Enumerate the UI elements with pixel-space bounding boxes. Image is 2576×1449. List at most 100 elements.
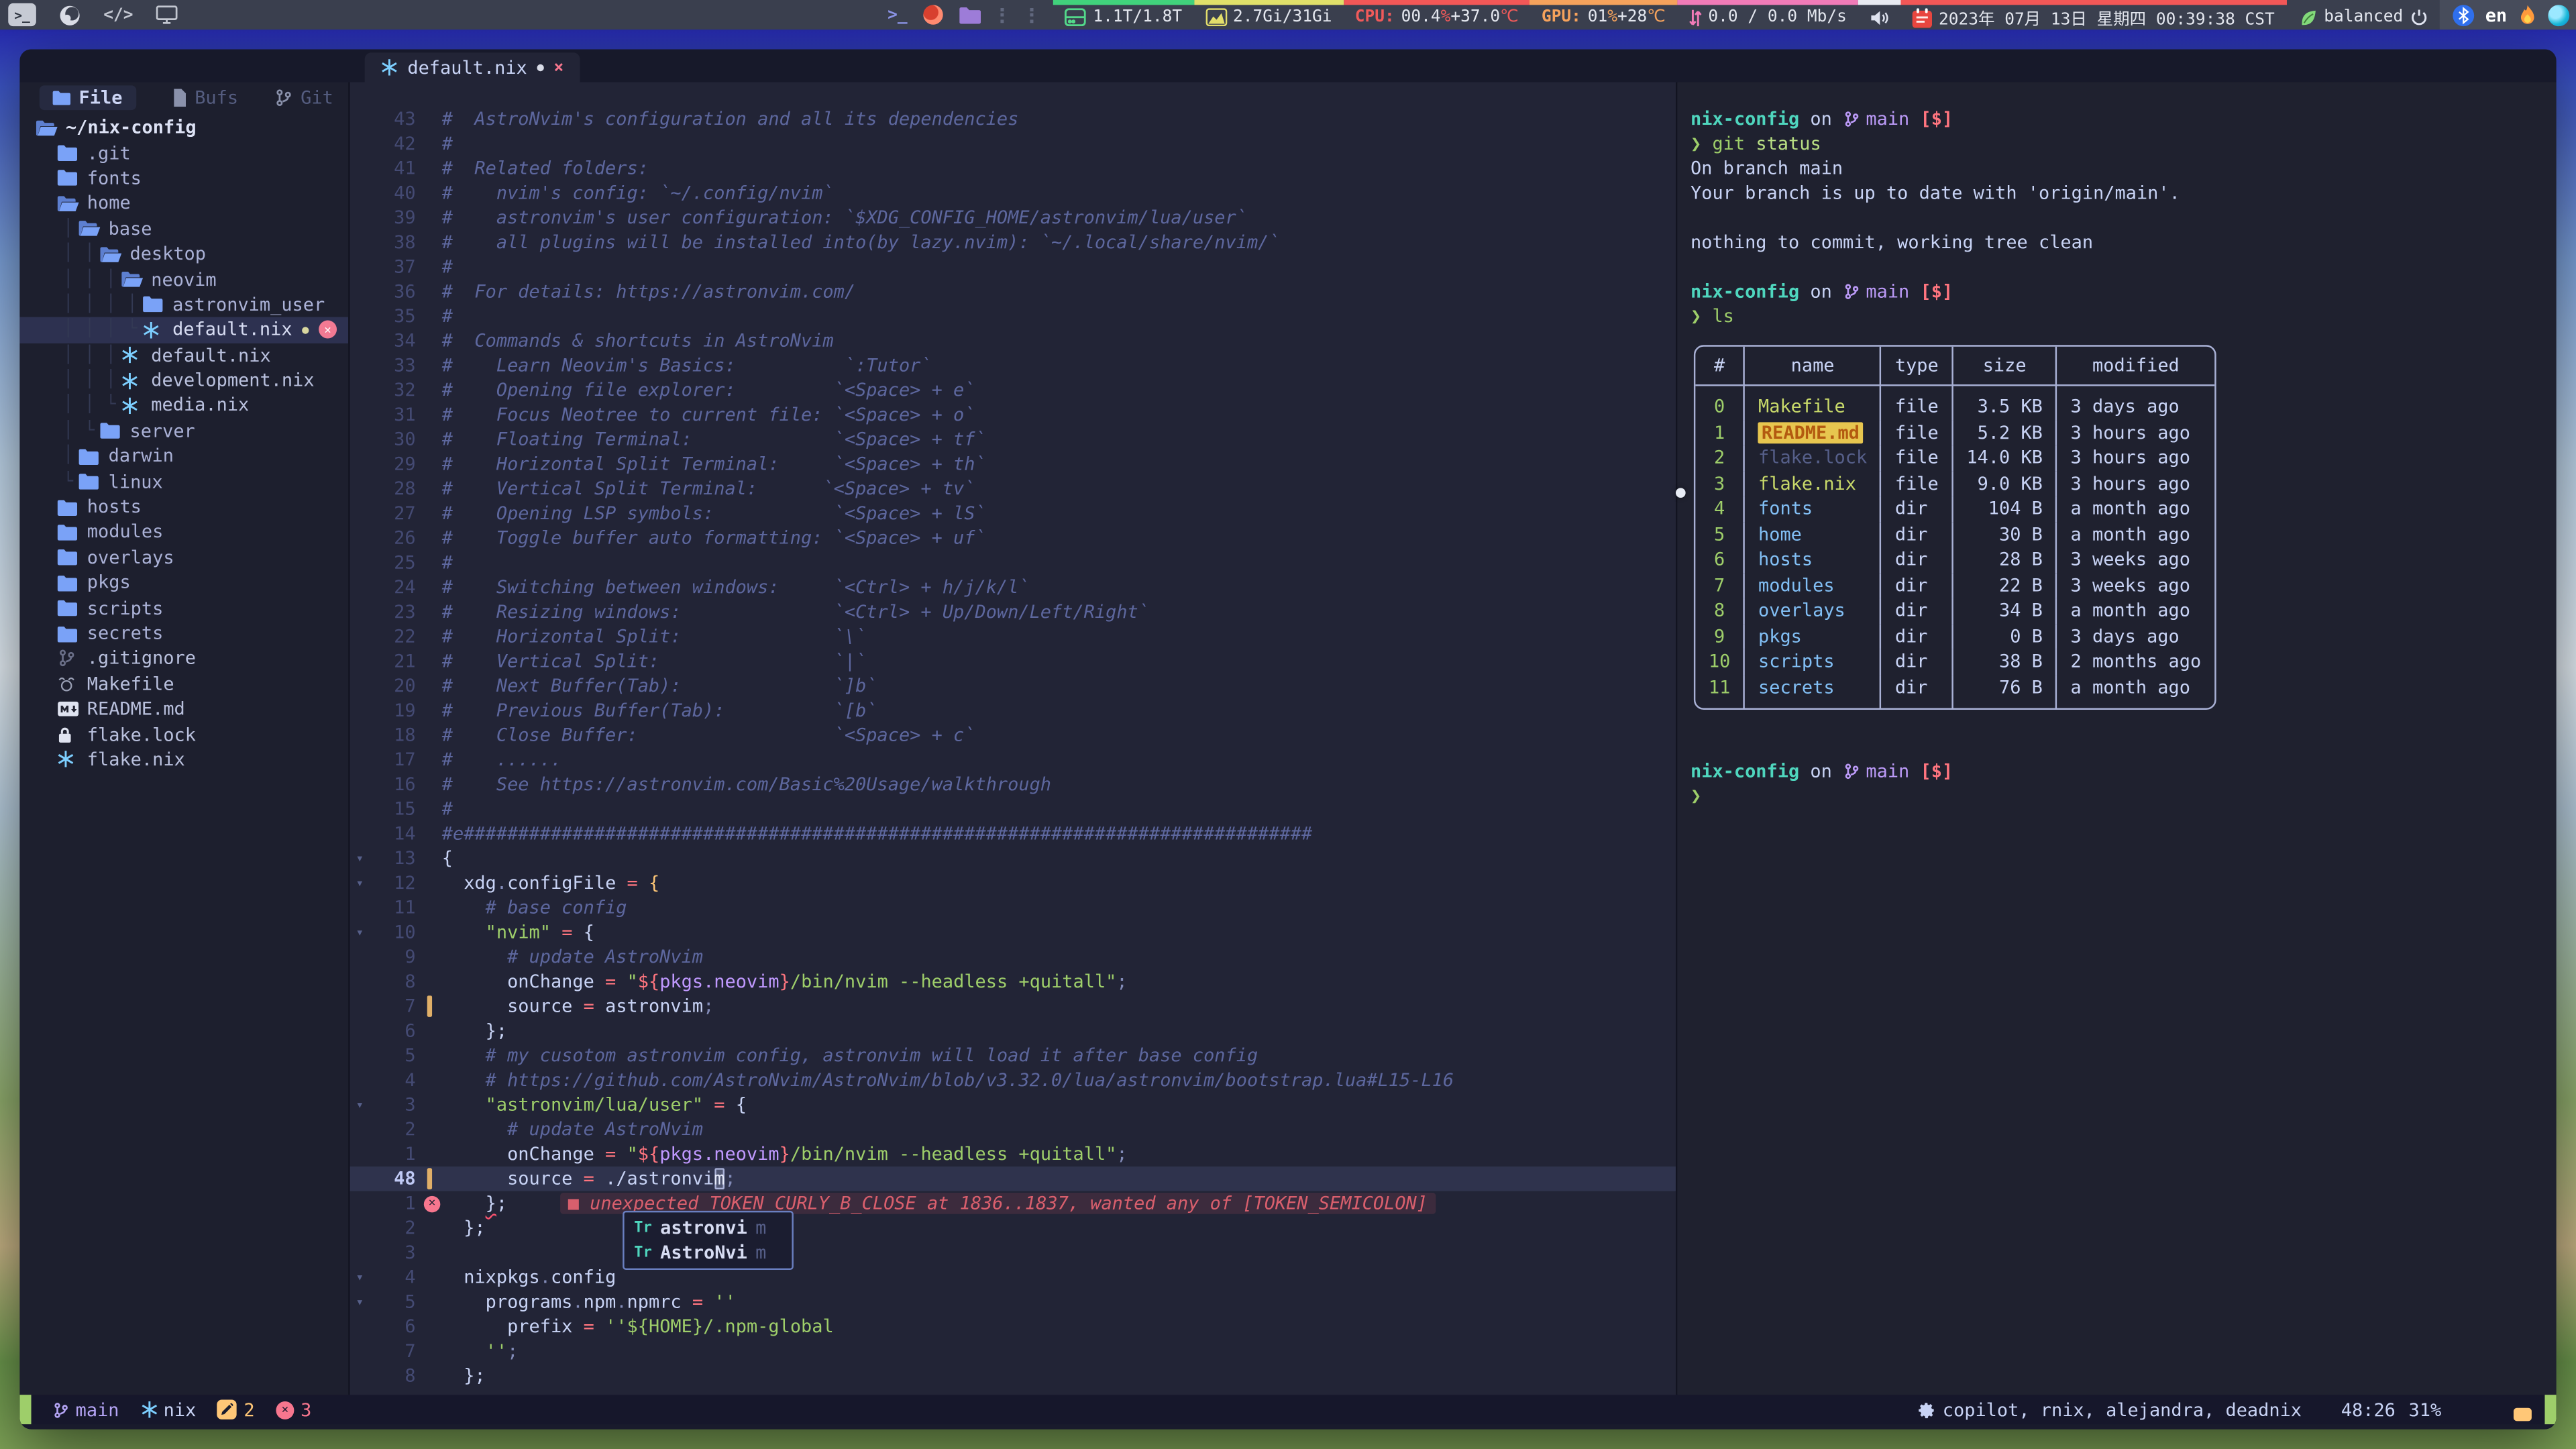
- flame-icon[interactable]: [2518, 4, 2536, 25]
- tree-item[interactable]: └linux: [19, 469, 348, 494]
- fold-icon[interactable]: ▾: [350, 1265, 370, 1290]
- code-line[interactable]: 7 '';: [350, 1339, 1676, 1364]
- code-line[interactable]: 6 prefix = ''${HOME}/.npm-global: [350, 1314, 1676, 1339]
- fold-icon[interactable]: ▾: [350, 920, 370, 945]
- tree-item[interactable]: fonts: [19, 166, 348, 191]
- workspace-terminal-icon[interactable]: >_: [8, 3, 36, 26]
- tree-item[interactable]: pkgs: [19, 570, 348, 596]
- statusline-errors[interactable]: ✕ 3: [276, 1399, 311, 1420]
- tree-item[interactable]: ││└media.nix: [19, 393, 348, 419]
- completion-item[interactable]: Trastronvim: [625, 1216, 792, 1240]
- code-line[interactable]: 5 # my cusotom astronvim config, astronv…: [350, 1043, 1676, 1068]
- tree-item[interactable]: │darwin: [19, 443, 348, 469]
- tab-bufs[interactable]: Bufs: [172, 87, 238, 109]
- code-line[interactable]: 2 };: [350, 1216, 1676, 1240]
- code-line[interactable]: ▾12 xdg.configFile = {: [350, 871, 1676, 896]
- code-line[interactable]: 21# Vertical Split: `|`: [350, 649, 1676, 674]
- code-line[interactable]: 48 source = ./astronvim;: [350, 1167, 1676, 1191]
- code-line[interactable]: 34# Commands & shortcuts in AstroNvim: [350, 329, 1676, 354]
- fold-icon[interactable]: ▾: [350, 1093, 370, 1118]
- tree-item[interactable]: ││││astronvim_user: [19, 292, 348, 317]
- tree-item[interactable]: ~/nix-config: [19, 115, 348, 140]
- tree-item[interactable]: │││└default.nix●✕: [19, 317, 348, 343]
- code-line[interactable]: 22# Horizontal Split: `\`: [350, 625, 1676, 649]
- code-line[interactable]: 24# Switching between windows: `<Ctrl> +…: [350, 575, 1676, 600]
- table-row[interactable]: 2flake.lockfile14.0 KB3 hours ago: [1695, 445, 2214, 471]
- stat-volume[interactable]: [1858, 0, 1901, 30]
- tree-item[interactable]: hosts: [19, 494, 348, 520]
- power-icon[interactable]: [2410, 8, 2428, 26]
- table-row[interactable]: 10scriptsdir38 B2 months ago: [1695, 649, 2214, 674]
- code-line[interactable]: 30# Floating Terminal: `<Space> + tf`: [350, 427, 1676, 452]
- table-row[interactable]: 0Makefilefile3.5 KB3 days ago: [1695, 386, 2214, 420]
- statusline-git-branch[interactable]: main: [52, 1399, 119, 1420]
- workspace-display-icon[interactable]: [156, 5, 178, 24]
- code-line[interactable]: 32# Opening file explorer: `<Space> + e`: [350, 378, 1676, 402]
- code-line[interactable]: 36# For details: https://astronvim.com/: [350, 279, 1676, 304]
- tree-item[interactable]: │││default.nix: [19, 343, 348, 368]
- tree-item[interactable]: flake.lock: [19, 722, 348, 747]
- tree-item[interactable]: overlays: [19, 545, 348, 570]
- code-line[interactable]: ▾3 "astronvim/lua/user" = {: [350, 1093, 1676, 1118]
- code-line[interactable]: ▾5 programs.npm.npmrc = '': [350, 1289, 1676, 1314]
- table-row[interactable]: 3flake.nixfile9.0 KB3 hours ago: [1695, 471, 2214, 496]
- code-line[interactable]: 15#: [350, 797, 1676, 822]
- stat-gpu[interactable]: GPU: 01%+28℃: [1530, 0, 1677, 30]
- workspace-code-icon[interactable]: </>: [103, 6, 133, 24]
- code-line[interactable]: 20# Next Buffer(Tab): `]b`: [350, 674, 1676, 698]
- code-line[interactable]: 35#: [350, 304, 1676, 329]
- code-line[interactable]: 28# Vertical Split Terminal: `<Space> + …: [350, 476, 1676, 501]
- code-line[interactable]: 19# Previous Buffer(Tab): `[b`: [350, 698, 1676, 723]
- code-line[interactable]: 4 # https://github.com/AstroNvim/AstroNv…: [350, 1068, 1676, 1093]
- buffer-tab[interactable]: default.nix ● ×: [365, 52, 580, 82]
- completion-item[interactable]: TrAstroNvim: [625, 1240, 792, 1265]
- tree-item[interactable]: modules: [19, 519, 348, 545]
- bluetooth-icon[interactable]: [2453, 4, 2474, 25]
- code-line[interactable]: 31# Focus Neotree to current file: `<Spa…: [350, 402, 1676, 427]
- keyboard-layout[interactable]: en: [2485, 4, 2507, 25]
- code-line[interactable]: 18# Close Buffer: `<Space> + c`: [350, 723, 1676, 748]
- code-line[interactable]: 25#: [350, 550, 1676, 575]
- code-line[interactable]: 40# nvim's config: `~/.config/nvim`: [350, 180, 1676, 205]
- code-line[interactable]: 14#e####################################…: [350, 821, 1676, 846]
- stat-disk[interactable]: 1.1T/1.8T: [1054, 0, 1194, 30]
- tree-item[interactable]: │││neovim: [19, 267, 348, 292]
- close-icon[interactable]: ×: [553, 58, 564, 76]
- table-row[interactable]: 11secretsdir76 Ba month ago: [1695, 674, 2214, 708]
- code-line[interactable]: 1 onChange = "${pkgs.neovim}/bin/nvim --…: [350, 1142, 1676, 1167]
- tree-item[interactable]: Makefile: [19, 672, 348, 697]
- tree-item[interactable]: scripts: [19, 596, 348, 621]
- code-line[interactable]: 8 onChange = "${pkgs.neovim}/bin/nvim --…: [350, 969, 1676, 994]
- tab-git[interactable]: Git: [274, 87, 333, 109]
- tree-item[interactable]: ││desktop: [19, 241, 348, 267]
- code-line[interactable]: 6 };: [350, 1018, 1676, 1043]
- taskbar-files-icon[interactable]: [960, 6, 981, 24]
- tree-item[interactable]: .gitignore: [19, 646, 348, 672]
- stat-power-profile[interactable]: balanced: [2286, 0, 2439, 30]
- code-line[interactable]: 16# See https://astronvim.com/Basic%20Us…: [350, 772, 1676, 797]
- statusline-warnings[interactable]: 2: [217, 1399, 254, 1420]
- table-row[interactable]: 1README.mdfile5.2 KB3 hours ago: [1695, 420, 2214, 445]
- tree-item[interactable]: │└server: [19, 419, 348, 444]
- fold-icon[interactable]: ▾: [350, 871, 370, 896]
- code-line[interactable]: 7 source = astronvim;: [350, 994, 1676, 1019]
- code-editor[interactable]: 43# AstroNvim's configuration and all it…: [350, 82, 1676, 1395]
- code-line[interactable]: 23# Resizing windows: `<Ctrl> + Up/Down/…: [350, 600, 1676, 625]
- tree-item[interactable]: │base: [19, 216, 348, 241]
- tree-item[interactable]: home: [19, 191, 348, 217]
- code-line[interactable]: 41# Related folders:: [350, 156, 1676, 181]
- code-line[interactable]: 1✕ };■ unexpected TOKEN_CURLY_B_CLOSE at…: [350, 1191, 1676, 1216]
- code-line[interactable]: 8 };: [350, 1364, 1676, 1389]
- stat-clock[interactable]: 2023年 07月 13日 星期四 00:39:38 CST: [1901, 0, 2286, 30]
- code-line[interactable]: 29# Horizontal Split Terminal: `<Space> …: [350, 451, 1676, 476]
- stat-network[interactable]: 0.0 / 0.0 Mb/s: [1677, 0, 1858, 30]
- code-line[interactable]: 17# ......: [350, 747, 1676, 772]
- code-line[interactable]: 43# AstroNvim's configuration and all it…: [350, 107, 1676, 131]
- table-row[interactable]: 5homedir30 Ba month ago: [1695, 522, 2214, 547]
- code-line[interactable]: 27# Opening LSP symbols: `<Space> + lS`: [350, 501, 1676, 526]
- code-line[interactable]: ▾10 "nvim" = {: [350, 920, 1676, 945]
- tree-item[interactable]: .git: [19, 140, 348, 166]
- code-line[interactable]: 39# astronvim's user configuration: `$XD…: [350, 205, 1676, 230]
- terminal-pane[interactable]: nix-config on main [$]❯ git statusOn bra…: [1677, 82, 2556, 1395]
- code-line[interactable]: 2 # update AstroNvim: [350, 1117, 1676, 1142]
